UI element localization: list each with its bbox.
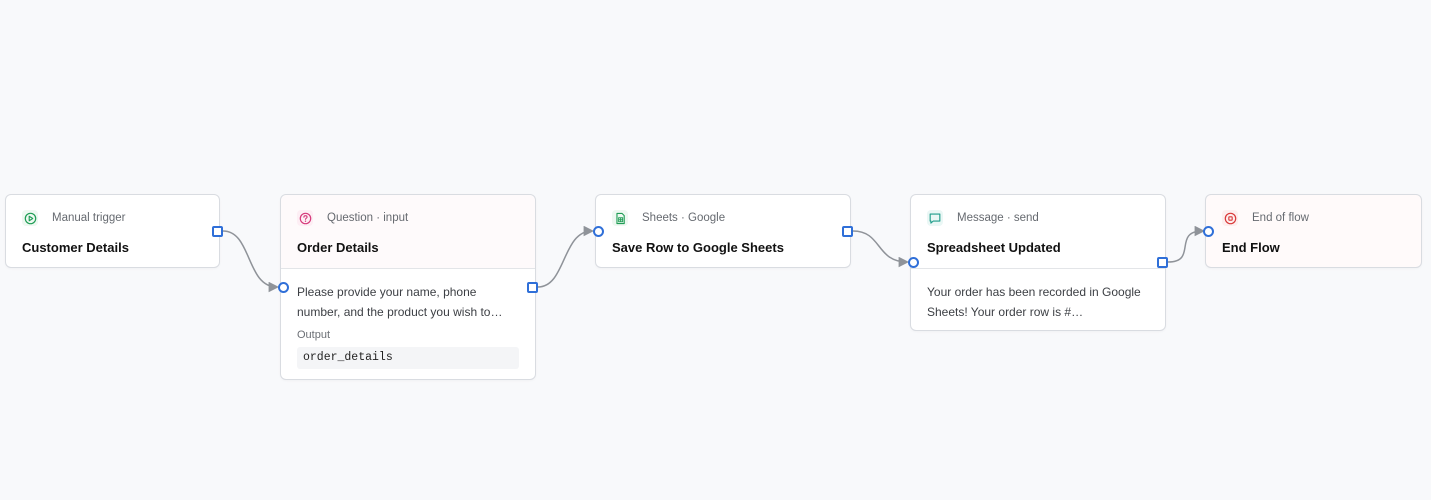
message-text: Your order has been recorded in Google S… <box>927 285 1141 319</box>
node-question-input[interactable]: Question · input Order Details Please pr… <box>278 194 538 381</box>
node-sheets-google[interactable]: Sheets · Google Save Row to Google Sheet… <box>593 194 853 268</box>
node-header: Sheets · Google Save Row to Google Sheet… <box>596 195 850 268</box>
node-header: End of flow End Flow <box>1206 195 1421 268</box>
spreadsheet-icon <box>612 210 628 226</box>
node-type-label: End of flow <box>1252 212 1309 224</box>
input-port[interactable] <box>593 226 604 237</box>
node-type-label: Question · input <box>327 212 409 224</box>
chat-bubble-icon <box>927 210 943 226</box>
edge-sheets-to-message[interactable] <box>852 230 910 268</box>
node-manual-trigger[interactable]: Manual trigger Customer Details <box>5 194 223 268</box>
question-circle-icon <box>297 210 313 226</box>
output-port[interactable] <box>212 226 223 237</box>
node-title: Save Row to Google Sheets <box>612 240 784 255</box>
node-type-label: Manual trigger <box>52 212 126 224</box>
node-body: Please provide your name, phone number, … <box>281 268 535 381</box>
edge-trigger-to-question[interactable] <box>222 230 280 293</box>
output-variable-field[interactable]: order_details <box>297 347 519 369</box>
node-type: Sheets · Google <box>612 210 834 226</box>
node-type: Manual trigger <box>22 210 203 226</box>
stop-circle-icon <box>1222 210 1238 226</box>
output-port[interactable] <box>842 226 853 237</box>
node-title: End Flow <box>1222 240 1280 255</box>
node-message-send[interactable]: Message · send Spreadsheet Updated Your … <box>908 194 1168 334</box>
node-title: Customer Details <box>22 240 129 255</box>
node-type: Question · input <box>297 210 519 226</box>
node-type-label: Message · send <box>957 212 1039 224</box>
edge-question-to-sheets[interactable] <box>537 225 595 288</box>
output-label: Output <box>297 329 331 341</box>
output-port[interactable] <box>1157 257 1168 268</box>
question-prompt-text: Please provide your name, phone number, … <box>297 285 503 319</box>
flow-canvas[interactable]: Manual trigger Customer Details Question… <box>0 0 1431 500</box>
edge-message-to-end[interactable] <box>1167 225 1206 263</box>
output-port[interactable] <box>527 282 538 293</box>
node-type-label: Sheets · Google <box>642 212 726 224</box>
node-body: Your order has been recorded in Google S… <box>911 268 1165 334</box>
input-port[interactable] <box>1203 226 1214 237</box>
node-type: End of flow <box>1222 210 1405 226</box>
node-header: Manual trigger Customer Details <box>6 195 219 268</box>
node-header: Message · send Spreadsheet Updated <box>911 195 1165 268</box>
play-circle-icon <box>22 210 38 226</box>
input-port[interactable] <box>278 282 289 293</box>
node-type: Message · send <box>927 210 1149 226</box>
node-end-of-flow[interactable]: End of flow End Flow <box>1203 194 1422 268</box>
node-title: Spreadsheet Updated <box>927 240 1061 255</box>
node-header: Question · input Order Details <box>281 195 535 268</box>
input-port[interactable] <box>908 257 919 268</box>
node-title: Order Details <box>297 240 379 255</box>
